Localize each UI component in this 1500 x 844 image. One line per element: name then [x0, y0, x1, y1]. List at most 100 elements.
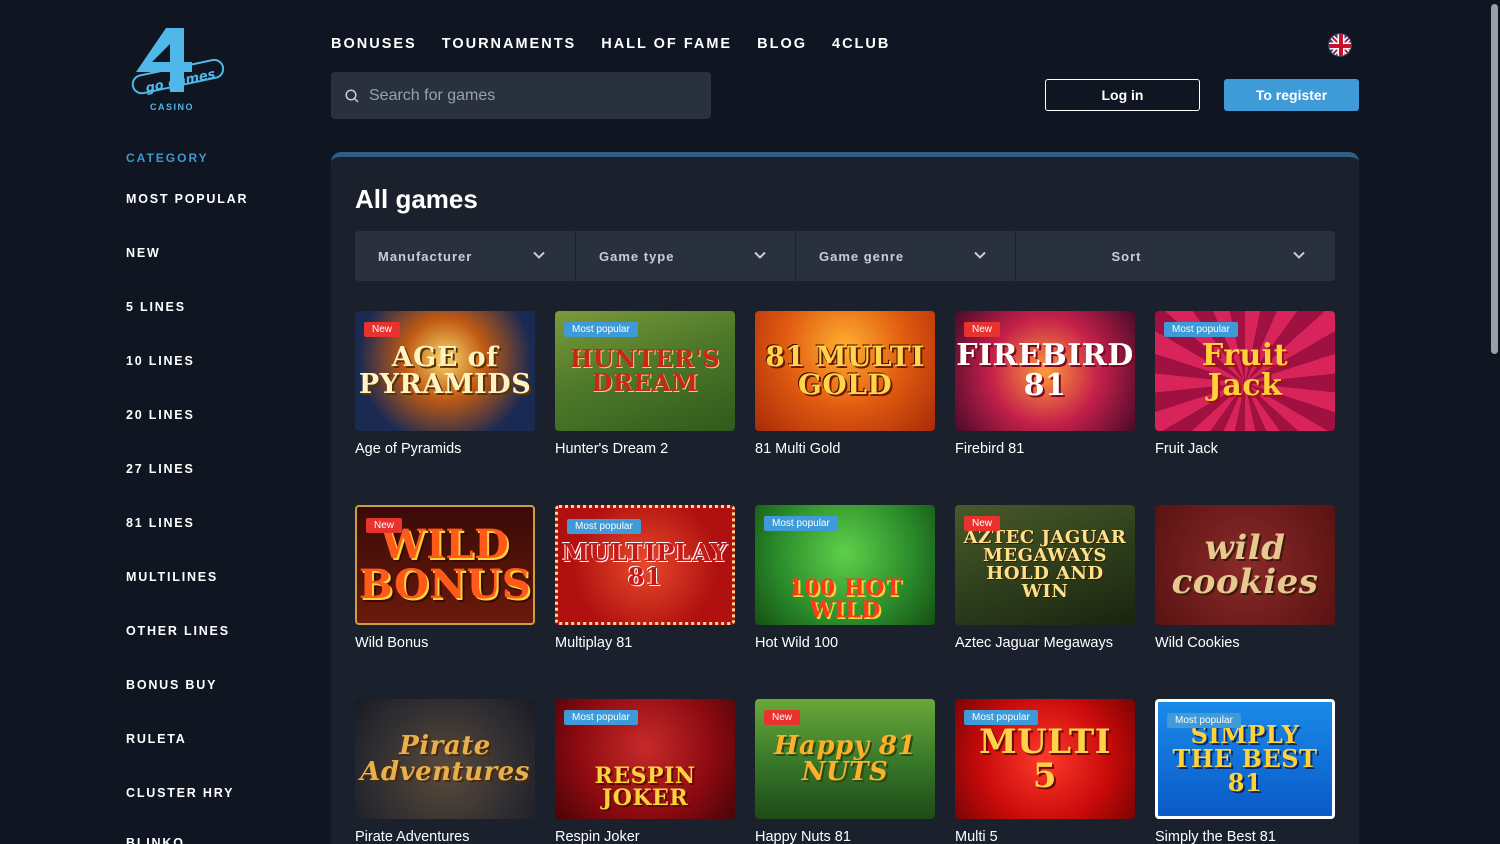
badge-most-popular: Most popular [564, 710, 638, 725]
game-card[interactable]: WILD BONUS New Wild Bonus [355, 505, 535, 651]
scrollbar-thumb[interactable] [1491, 4, 1498, 354]
game-name: Wild Bonus [355, 635, 429, 651]
search-box[interactable] [331, 72, 711, 119]
game-card[interactable]: MULTI 5 Most popular Multi 5 [955, 699, 1135, 844]
badge-most-popular: Most popular [764, 516, 838, 531]
category-title: CATEGORY [126, 151, 209, 165]
game-card[interactable]: AGE of PYRAMIDS New Age of Pyramids [355, 311, 535, 457]
chevron-down-icon [974, 251, 986, 259]
filter-label: Game genre [819, 248, 905, 264]
sidebar-item-most-popular[interactable]: MOST POPULAR [126, 192, 248, 206]
game-thumbnail: AZTEC JAGUAR MEGAWAYS HOLD AND WIN New [955, 505, 1135, 625]
game-name: Firebird 81 [955, 441, 1025, 457]
badge-new: New [964, 516, 1001, 531]
sidebar-item-10-lines[interactable]: 10 LINES [126, 354, 195, 368]
sidebar-item-27-lines[interactable]: 27 LINES [126, 462, 195, 476]
game-name: Hunter's Dream 2 [555, 441, 669, 457]
game-card[interactable]: Fruit Jack Most popular Fruit Jack [1155, 311, 1335, 457]
login-button[interactable]: Log in [1045, 79, 1200, 111]
game-name: Happy Nuts 81 [755, 829, 851, 844]
game-name: Hot Wild 100 [755, 635, 839, 651]
sidebar-item-20-lines[interactable]: 20 LINES [126, 408, 195, 422]
badge-new: New [364, 322, 401, 337]
game-name: Simply the Best 81 [1155, 829, 1276, 844]
game-thumbnail: 81 MULTI GOLD [755, 311, 935, 431]
game-thumbnail: 100 HOT WILD Most popular [755, 505, 935, 625]
logo[interactable]: go games [126, 24, 226, 114]
game-card[interactable]: MULTIPLAY 81 Most popular Multiplay 81 [555, 505, 735, 651]
page-title: All games [355, 184, 478, 214]
game-card[interactable]: Pirate Adventures Pirate Adventures [355, 699, 535, 844]
game-card[interactable]: 81 MULTI GOLD 81 Multi Gold [755, 311, 935, 457]
filter-game-type[interactable]: Game type [575, 231, 795, 281]
game-thumbnail: MULTI 5 Most popular [955, 699, 1135, 819]
game-name: Multi 5 [955, 829, 998, 844]
game-card[interactable]: SIMPLY THE BEST 81 Most popular Simply t… [1155, 699, 1335, 844]
game-thumbnail: SIMPLY THE BEST 81 Most popular [1155, 699, 1335, 819]
game-name: Wild Cookies [1155, 635, 1240, 651]
game-name: 81 Multi Gold [755, 441, 841, 457]
game-thumbnail: wild cookies [1155, 505, 1335, 625]
filter-manufacturer[interactable]: Manufacturer [355, 231, 575, 281]
game-name: Respin Joker [555, 829, 640, 844]
sidebar-item-blinko[interactable]: BLINKO [126, 836, 185, 844]
sidebar-item-multilines[interactable]: MULTILINES [126, 570, 218, 584]
game-thumbnail: Happy 81 NUTS New [755, 699, 935, 819]
nav-blog[interactable]: BLOG [757, 36, 807, 52]
game-name: Aztec Jaguar Megaways [955, 635, 1113, 651]
badge-most-popular: Most popular [567, 519, 641, 534]
search-input[interactable] [369, 86, 689, 105]
search-icon [345, 88, 359, 103]
chevron-down-icon [533, 251, 545, 259]
game-art-title: wild cookies [1171, 528, 1319, 602]
sidebar-item-81-lines[interactable]: 81 LINES [126, 516, 195, 530]
game-card[interactable]: 100 HOT WILD Most popular Hot Wild 100 [755, 505, 935, 651]
filter-label: Sort [1111, 248, 1142, 264]
uk-flag-icon[interactable] [1328, 33, 1352, 57]
game-art-title: Pirate Adventures [360, 731, 530, 787]
filter-label: Game type [599, 248, 675, 264]
game-name: Age of Pyramids [355, 441, 462, 457]
chevron-down-icon [1293, 251, 1305, 259]
badge-new: New [366, 518, 403, 533]
sidebar-item-bonus-buy[interactable]: BONUS BUY [126, 678, 217, 692]
top-nav: BONUSES TOURNAMENTS HALL OF FAME BLOG 4C… [331, 36, 890, 52]
game-name: Multiplay 81 [555, 635, 633, 651]
badge-new: New [764, 710, 801, 725]
game-card[interactable]: FIREBIRD 81 New Firebird 81 [955, 311, 1135, 457]
game-card[interactable]: AZTEC JAGUAR MEGAWAYS HOLD AND WIN New A… [955, 505, 1135, 651]
game-card[interactable]: wild cookies Wild Cookies [1155, 505, 1335, 651]
filter-bar: Manufacturer Game type Game genre Sort [355, 231, 1335, 281]
game-thumbnail: Pirate Adventures [355, 699, 535, 819]
badge-most-popular: Most popular [1167, 713, 1241, 728]
filter-game-genre[interactable]: Game genre [795, 231, 1015, 281]
game-art-title: 81 MULTI GOLD [765, 340, 925, 401]
sidebar-item-cluster-hry[interactable]: CLUSTER HRY [126, 786, 234, 800]
game-thumbnail: RESPIN JOKER Most popular [555, 699, 735, 819]
game-thumbnail: HUNTER'S DREAM Most popular [555, 311, 735, 431]
badge-new: New [964, 322, 1001, 337]
register-button[interactable]: To register [1224, 79, 1359, 111]
logo-subtitle: CASINO [150, 102, 195, 112]
nav-bonuses[interactable]: BONUSES [331, 36, 417, 52]
sidebar-item-new[interactable]: NEW [126, 246, 161, 260]
badge-most-popular: Most popular [564, 322, 638, 337]
game-thumbnail: FIREBIRD 81 New [955, 311, 1135, 431]
logo-graphic: go games [131, 28, 225, 96]
game-thumbnail: Fruit Jack Most popular [1155, 311, 1335, 431]
filter-sort[interactable]: Sort [1015, 231, 1335, 281]
game-thumbnail: WILD BONUS New [355, 505, 535, 625]
sidebar-item-5-lines[interactable]: 5 LINES [126, 300, 186, 314]
nav-4club[interactable]: 4CLUB [832, 36, 890, 52]
nav-hall-of-fame[interactable]: HALL OF FAME [601, 36, 732, 52]
game-card[interactable]: HUNTER'S DREAM Most popular Hunter's Dre… [555, 311, 735, 457]
nav-tournaments[interactable]: TOURNAMENTS [442, 36, 577, 52]
game-card[interactable]: Happy 81 NUTS New Happy Nuts 81 [755, 699, 935, 844]
game-name: Pirate Adventures [355, 829, 470, 844]
game-card[interactable]: RESPIN JOKER Most popular Respin Joker [555, 699, 735, 844]
sidebar-item-other-lines[interactable]: OTHER LINES [126, 624, 230, 638]
badge-most-popular: Most popular [1164, 322, 1238, 337]
badge-most-popular: Most popular [964, 710, 1038, 725]
game-thumbnail: MULTIPLAY 81 Most popular [555, 505, 735, 625]
sidebar-item-ruleta[interactable]: RULETA [126, 732, 187, 746]
